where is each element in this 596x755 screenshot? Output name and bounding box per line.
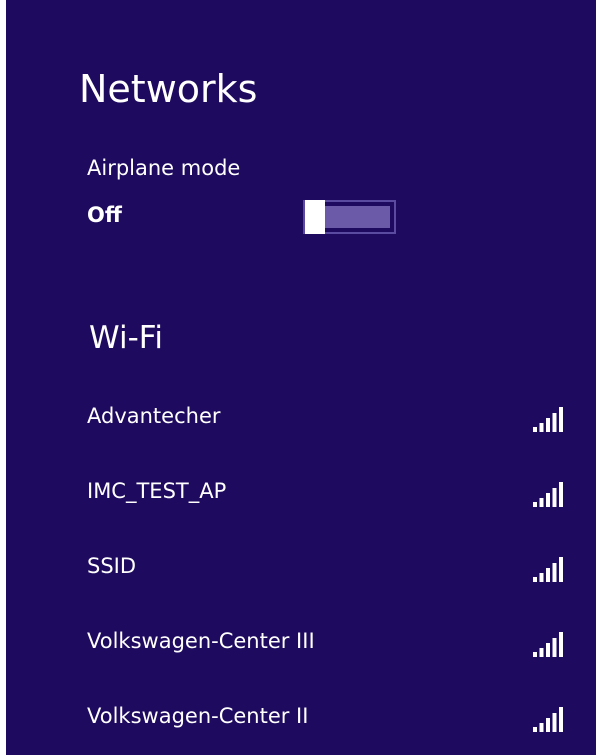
signal-bars xyxy=(533,482,563,507)
signal-bar xyxy=(533,727,537,732)
signal-bar xyxy=(552,713,557,732)
network-name: SSID xyxy=(87,554,137,578)
network-name: Volkswagen-Center III xyxy=(87,629,315,653)
network-item[interactable]: Volkswagen-Center II xyxy=(6,680,596,754)
signal-bar xyxy=(559,632,563,657)
network-name: Advantecher xyxy=(87,404,221,428)
signal-bar xyxy=(552,563,557,582)
signal-bar xyxy=(533,427,537,432)
signal-bar xyxy=(546,718,550,732)
signal-bar xyxy=(559,557,563,582)
signal-strength-icon xyxy=(533,479,573,511)
signal-bar xyxy=(533,652,537,657)
signal-bar xyxy=(546,493,550,507)
signal-bar xyxy=(552,488,557,507)
airplane-mode-toggle[interactable] xyxy=(303,200,396,234)
signal-bar xyxy=(552,413,557,432)
airplane-mode-label: Airplane mode xyxy=(87,156,241,180)
signal-bar xyxy=(546,418,550,432)
signal-bar xyxy=(539,723,544,732)
network-name: Volkswagen-Center II xyxy=(87,704,309,728)
signal-bars xyxy=(533,557,563,582)
wifi-heading: Wi-Fi xyxy=(89,320,163,356)
signal-strength-icon xyxy=(533,554,573,586)
signal-bar xyxy=(546,568,550,582)
toggle-track xyxy=(325,206,390,228)
signal-bar xyxy=(539,648,544,657)
signal-bar xyxy=(539,498,544,507)
network-item[interactable]: Volkswagen-Center III xyxy=(6,605,596,679)
signal-bar xyxy=(533,577,537,582)
toggle-thumb[interactable] xyxy=(305,200,325,234)
signal-bars xyxy=(533,632,563,657)
signal-bars xyxy=(533,407,563,432)
signal-bar xyxy=(559,407,563,432)
network-item[interactable]: IMC_TEST_AP xyxy=(6,455,596,529)
airplane-mode-state: Off xyxy=(87,203,122,227)
signal-strength-icon xyxy=(533,704,573,736)
signal-bar xyxy=(559,482,563,507)
signal-bar xyxy=(552,638,557,657)
network-item[interactable]: Advantecher xyxy=(6,380,596,454)
network-name: IMC_TEST_AP xyxy=(87,479,227,503)
network-item[interactable]: SSID xyxy=(6,530,596,604)
signal-bar xyxy=(533,502,537,507)
signal-bars xyxy=(533,707,563,732)
signal-strength-icon xyxy=(533,629,573,661)
signal-bar xyxy=(546,643,550,657)
signal-bar xyxy=(559,707,563,732)
signal-bar xyxy=(539,423,544,432)
panel-title: Networks xyxy=(79,67,258,111)
networks-panel: Networks Airplane mode Off Wi-Fi Advante… xyxy=(6,0,596,755)
signal-bar xyxy=(539,573,544,582)
signal-strength-icon xyxy=(533,404,573,436)
